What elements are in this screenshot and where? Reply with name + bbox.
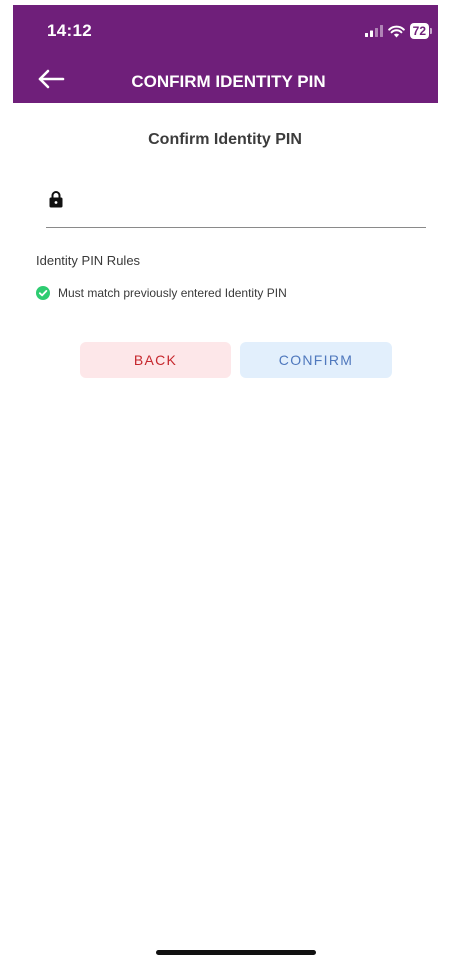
rule-text: Must match previously entered Identity P… [58, 286, 287, 300]
pin-field[interactable] [46, 183, 426, 228]
battery-indicator: 72 [409, 23, 432, 39]
status-time: 14:12 [47, 21, 92, 40]
header-title: CONFIRM IDENTITY PIN [131, 72, 326, 91]
battery-tip [430, 28, 432, 34]
battery-level: 72 [409, 23, 429, 39]
confirm-button[interactable]: CONFIRM [240, 342, 392, 378]
app-header: 14:12 72 CONFIRM IDENTITY PIN [13, 5, 438, 103]
status-icons: 72 [364, 23, 432, 39]
wifi-icon [387, 25, 405, 37]
rules-heading: Identity PIN Rules [36, 253, 141, 268]
home-indicator[interactable] [156, 950, 316, 955]
page-title: Confirm Identity PIN [148, 131, 302, 148]
rule-item: Must match previously entered Identity P… [36, 286, 287, 300]
pin-input[interactable] [76, 189, 420, 219]
back-button[interactable]: BACK [80, 342, 231, 378]
check-circle-icon [36, 286, 50, 300]
lock-icon [49, 191, 63, 208]
cellular-signal-icon [364, 25, 383, 37]
